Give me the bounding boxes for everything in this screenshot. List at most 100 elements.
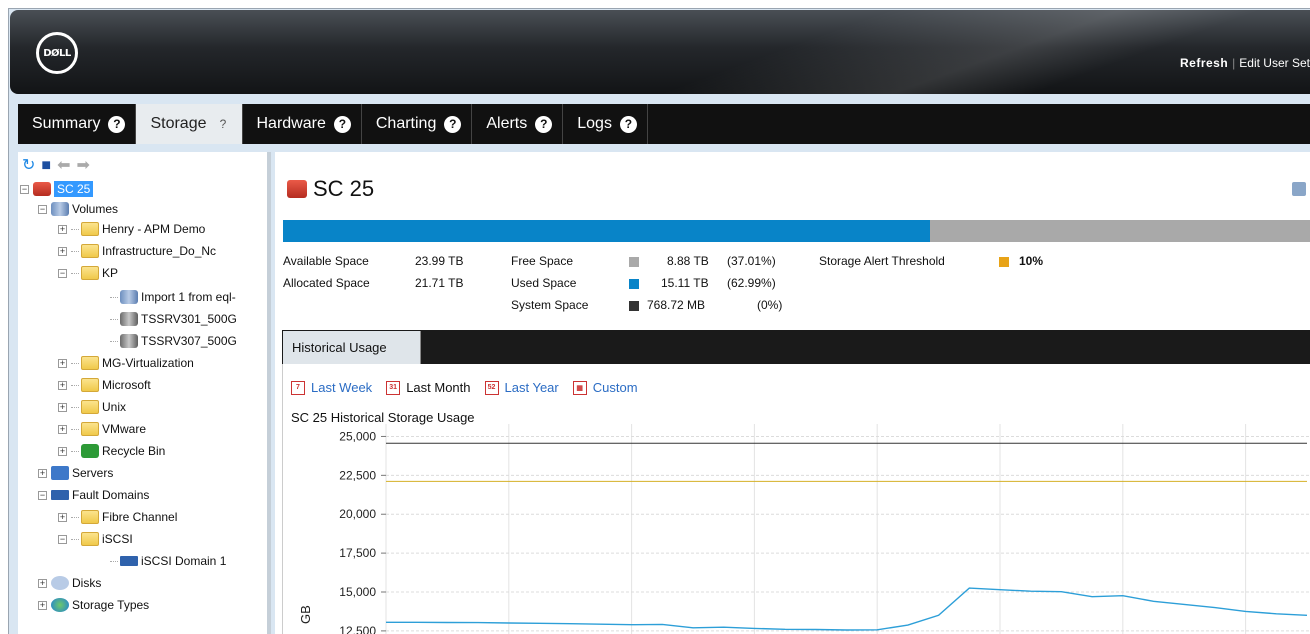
collapse-icon[interactable]: − [58,268,67,278]
tree-node-fibre-channel[interactable]: + Fibre Channel [58,508,177,526]
save-icon[interactable]: ■ [41,158,51,174]
refresh-icon[interactable]: ↻ [22,158,35,174]
tree-connector [71,384,79,386]
expand-icon[interactable]: + [58,402,67,412]
tree-node-import[interactable]: Import 1 from eql- [110,288,236,306]
help-icon[interactable]: ? [215,116,232,133]
tree-node-microsoft[interactable]: + Microsoft [58,376,151,394]
tree-connector [71,428,79,430]
used-space-fill [283,220,930,242]
expand-icon[interactable]: + [58,446,67,456]
tab-summary[interactable]: Summary? [18,104,137,144]
volumes-icon [51,202,69,216]
expand-icon[interactable]: + [58,224,67,234]
expand-icon[interactable]: + [38,468,47,478]
help-icon[interactable]: ? [108,115,126,133]
folder-icon [81,532,99,546]
expand-icon[interactable]: + [58,380,67,390]
history-chart-panel: 7 Last Week 31 Last Month 52 Last Year ▦ Cus… [282,364,1310,634]
tab-hardware[interactable]: Hardware? [243,104,362,144]
tree-node-iscsi[interactable]: − iSCSI [58,530,133,548]
expand-icon[interactable]: + [38,600,47,610]
help-icon[interactable]: ? [535,115,553,133]
free-space-pct: (37.01%) [727,254,776,268]
range-custom[interactable]: ▦ Custom [572,380,638,395]
panel-options-icon[interactable] [1292,182,1306,196]
used-color-swatch [629,278,639,289]
collapse-icon[interactable]: − [58,534,67,544]
alert-threshold-swatch [999,254,1009,268]
free-space-swatch [629,254,639,268]
help-icon[interactable]: ? [444,115,462,133]
tab-label: Hardware [256,115,326,132]
collapse-icon[interactable]: − [38,204,47,214]
collapse-icon[interactable]: − [38,490,47,500]
available-space-value: 23.99 TB [415,254,464,268]
expand-icon[interactable]: + [58,424,67,434]
expand-icon[interactable]: + [38,578,47,588]
tree-node-tssrv307[interactable]: TSSRV307_500G [110,332,237,350]
range-label: Last Week [311,380,373,395]
storage-usage-bar [283,220,1310,242]
folder-icon [81,510,99,524]
refresh-link[interactable]: Refresh [1180,56,1228,70]
range-last-week[interactable]: 7 Last Week [291,380,372,395]
free-color-swatch [629,256,639,267]
expand-icon[interactable]: + [58,512,67,522]
tree-node-fault-domains[interactable]: − Fault Domains [38,486,149,504]
tree-connector [71,538,79,540]
tree-node-tssrv301[interactable]: TSSRV301_500G [110,310,237,328]
edit-user-settings-link[interactable]: Edit User Set [1239,56,1310,70]
chart-title: SC 25 Historical Storage Usage [291,410,475,425]
range-label: Last Month [406,380,471,395]
available-space-label: Available Space [283,254,369,268]
tab-historical-usage[interactable]: Historical Usage [283,331,421,364]
tree-label: Recycle Bin [102,444,166,458]
help-icon[interactable]: ? [619,115,637,133]
tree-node-disks[interactable]: + Disks [38,574,101,592]
tree-node-sc25[interactable]: − SC 25 [20,180,94,198]
storage-tree-panel: ↻ ■ ⬅ ➡ − SC 25 − Volumes + Henry - APM Dem… [18,152,271,634]
volume-icon [120,312,138,326]
forward-arrow-icon[interactable]: ➡ [76,158,89,174]
tree-label: Volumes [72,202,119,216]
expand-icon[interactable]: + [58,246,67,256]
tab-alerts[interactable]: Alerts? [472,104,564,144]
time-range-selector: 7 Last Week 31 Last Month 52 Last Year ▦ Cus… [291,380,638,395]
tree-label: MG-Virtualization [102,356,194,370]
back-arrow-icon[interactable]: ⬅ [57,158,70,174]
expand-icon[interactable]: + [58,358,67,368]
tree-node-vmware[interactable]: + VMware [58,420,146,438]
used-space-label: Used Space [511,276,577,290]
tree-node-iscsi-domain-1[interactable]: iSCSI Domain 1 [110,552,226,570]
tree-node-mg-virtualization[interactable]: + MG-Virtualization [58,354,194,372]
tree-label: Microsoft [102,378,151,392]
tree-node-henry[interactable]: + Henry - APM Demo [58,220,205,238]
storage-center-icon [33,182,51,196]
tab-storage[interactable]: Storage? [136,104,243,144]
tree-node-servers[interactable]: + Servers [38,464,113,482]
threshold-color-swatch [999,256,1009,267]
tree-node-recycle-bin[interactable]: + Recycle Bin [58,442,165,460]
tab-label: Alerts [486,115,528,132]
disks-icon [51,576,69,590]
tree-node-infrastructure[interactable]: + Infrastructure_Do_Nc [58,242,216,260]
folder-icon [81,222,99,236]
collapse-icon[interactable]: − [20,184,29,194]
range-last-year[interactable]: 52 Last Year [484,380,559,395]
tree-node-storage-types[interactable]: + Storage Types [38,596,149,614]
tree-node-unix[interactable]: + Unix [58,398,126,416]
historical-usage-chart: 25,000 22,500 20,000 17,500 15,000 12,500 GB [298,424,1310,634]
tab-charting[interactable]: Charting? [362,104,473,144]
y-tick-label: 25,000 [339,429,376,443]
tree-connector [71,228,79,230]
tree-node-volumes[interactable]: − Volumes [38,200,118,218]
y-tick-label: 12,500 [339,624,376,634]
help-icon[interactable]: ? [333,115,351,133]
range-last-month[interactable]: 31 Last Month [386,380,471,395]
tree-connector [110,340,118,342]
tab-logs[interactable]: Logs? [563,104,648,144]
tree-connector [110,318,118,320]
tree-node-kp[interactable]: − KP [58,264,118,282]
tree-label: iSCSI [102,532,133,546]
